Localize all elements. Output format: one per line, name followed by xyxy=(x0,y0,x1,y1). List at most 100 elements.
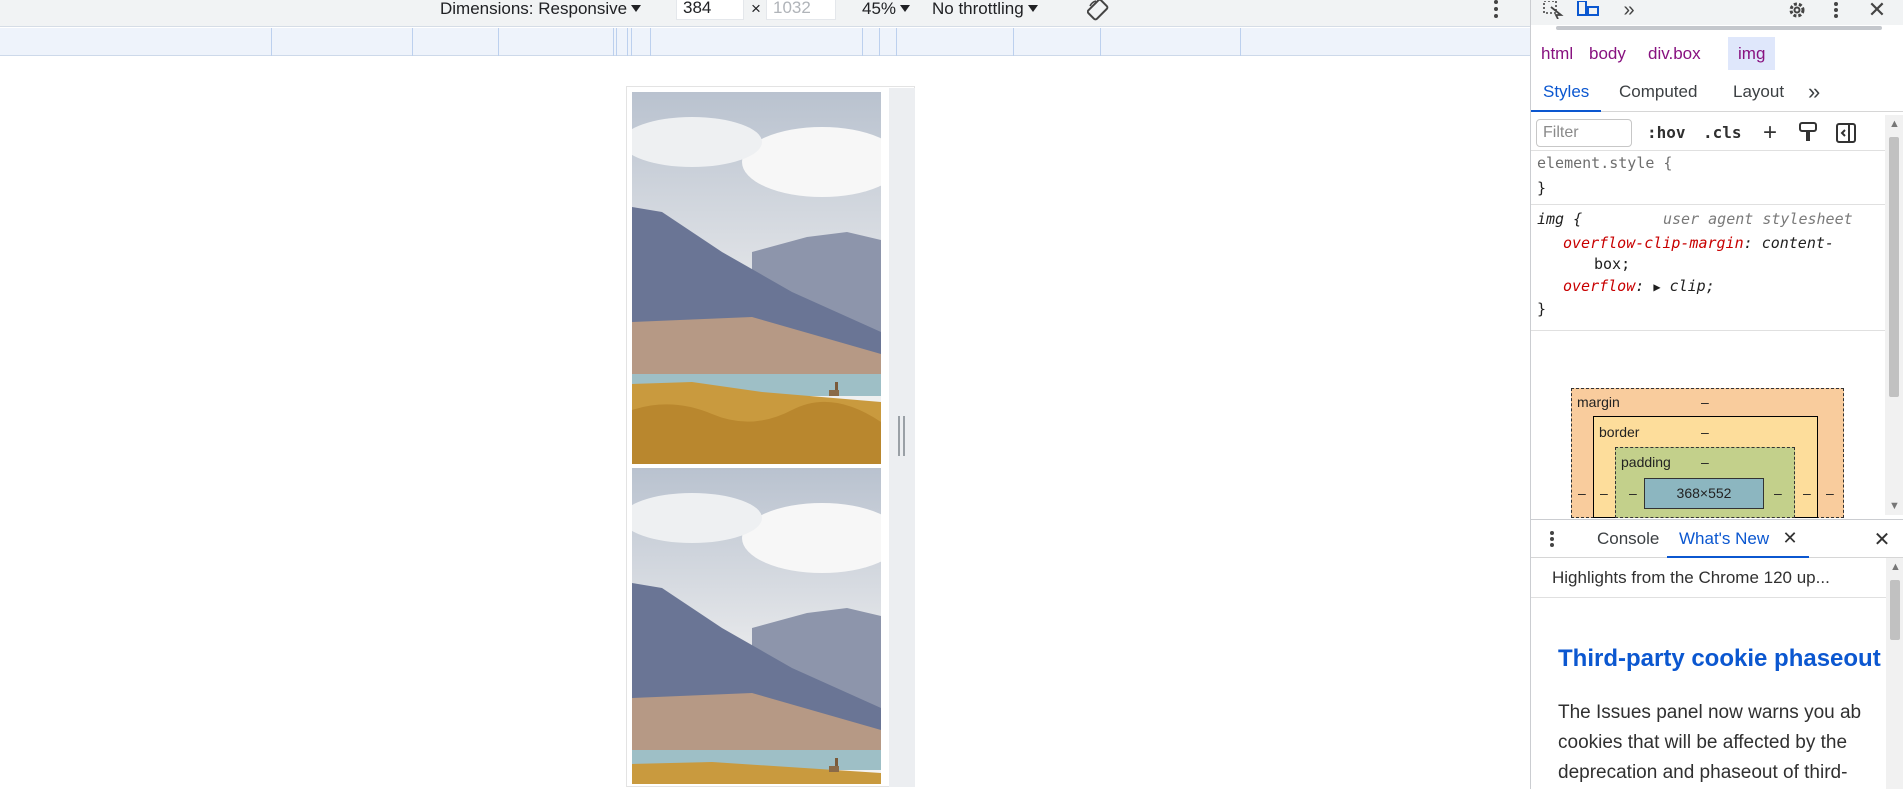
breadcrumb-img[interactable]: img xyxy=(1728,37,1776,70)
close-drawer-icon[interactable]: ✕ xyxy=(1871,528,1893,551)
throttling-dropdown[interactable]: No throttling xyxy=(932,0,1038,22)
cls-toggle[interactable]: .cls xyxy=(1703,121,1742,145)
tab-computed[interactable]: Computed xyxy=(1607,72,1709,112)
scrollbar-thumb[interactable] xyxy=(1889,137,1899,397)
tab-whats-new-label: What's New xyxy=(1679,529,1770,548)
devtools-window: Dimensions: Responsive 384 × 1032 45% No… xyxy=(0,0,1903,789)
drawer-menu-icon[interactable] xyxy=(1549,530,1555,548)
margin-right-value: – xyxy=(1826,485,1834,501)
css-property-name: overflow xyxy=(1563,277,1636,295)
customize-devtools-icon[interactable] xyxy=(1831,0,1841,20)
zoom-dropdown[interactable]: 45% xyxy=(862,0,911,22)
padding-left-value: – xyxy=(1629,485,1637,501)
new-style-rule-icon[interactable]: + xyxy=(1758,119,1782,146)
grip-line xyxy=(903,416,905,456)
close-devtools-icon[interactable]: ✕ xyxy=(1865,0,1889,22)
rule-source: user agent stylesheet xyxy=(1663,208,1853,230)
dimensions-label: Dimensions: Responsive xyxy=(440,0,628,18)
article-line: deprecation and phaseout of third- xyxy=(1558,762,1848,783)
dom-breadcrumb: html body div.box img xyxy=(1531,37,1903,70)
whats-new-header[interactable]: Highlights from the Chrome 120 up... xyxy=(1531,558,1886,598)
scrollbar-thumb[interactable] xyxy=(1890,580,1900,640)
breadcrumb-body[interactable]: body xyxy=(1579,37,1636,70)
chevron-down-icon xyxy=(631,5,642,12)
rule-divider xyxy=(1531,204,1886,205)
css-property-name: overflow-clip-margin xyxy=(1563,234,1744,252)
device-viewport xyxy=(626,86,915,787)
media-query-bar[interactable] xyxy=(0,28,1530,56)
dimensions-dropdown[interactable]: Dimensions: Responsive xyxy=(440,0,642,22)
paint-brush-icon[interactable] xyxy=(1797,121,1819,145)
dimension-times: × xyxy=(751,0,761,18)
device-toolbar: Dimensions: Responsive 384 × 1032 45% No… xyxy=(0,0,1530,27)
scroll-up-icon[interactable]: ▲ xyxy=(1889,118,1900,130)
tab-styles[interactable]: Styles xyxy=(1531,72,1602,112)
rule-close-brace: } xyxy=(1537,300,1547,318)
hov-toggle[interactable]: :hov xyxy=(1647,121,1686,145)
margin-left-value: – xyxy=(1578,485,1586,501)
toggle-sidebar-icon[interactable] xyxy=(1835,121,1857,145)
rule-source-label: user agent stylesheet xyxy=(1663,210,1853,228)
inspect-element-icon[interactable] xyxy=(1541,0,1565,20)
device-toolbar-more-icon[interactable] xyxy=(1494,0,1498,21)
border-right-value: – xyxy=(1803,485,1811,501)
landscape-image xyxy=(632,92,881,464)
padding-right-value: – xyxy=(1774,485,1782,501)
settings-gear-icon[interactable] xyxy=(1785,0,1809,20)
element-style-rule[interactable]: element.style { xyxy=(1537,152,1672,174)
chevron-down-icon xyxy=(1027,5,1038,12)
drawer-scrollbar[interactable]: ▲ xyxy=(1886,558,1903,789)
breadcrumb-div-box[interactable]: div.box xyxy=(1638,37,1711,70)
rule-close-brace: } xyxy=(1537,179,1547,197)
margin-top-value: – xyxy=(1701,394,1709,410)
chevron-down-icon xyxy=(900,5,911,12)
drawer-tabbar: Console What's New ✕ ✕ xyxy=(1531,520,1903,558)
landscape-image xyxy=(632,468,881,784)
rotate-icon[interactable] xyxy=(1086,0,1112,22)
devtools-drawer: Console What's New ✕ ✕ Highlights from t… xyxy=(1531,519,1903,789)
padding-label: padding xyxy=(1621,454,1671,470)
tab-layout[interactable]: Layout xyxy=(1721,72,1796,112)
elements-subtabs: Styles Computed Layout » xyxy=(1531,72,1903,112)
devtools-main-toolbar: » ✕ xyxy=(1531,0,1903,30)
tab-console[interactable]: Console xyxy=(1585,520,1671,558)
article-body: The Issues panel now warns you ab cookie… xyxy=(1558,698,1886,788)
rule-divider xyxy=(1531,330,1886,331)
styles-scrollbar[interactable]: ▲ ▼ xyxy=(1885,115,1903,515)
box-model-content[interactable]: 368×552 xyxy=(1644,478,1764,509)
breadcrumb-html[interactable]: html xyxy=(1531,37,1583,70)
toolbar-scrollbar[interactable] xyxy=(1556,26,1882,30)
padding-top-value: – xyxy=(1701,454,1709,470)
margin-label: margin xyxy=(1577,394,1620,410)
styles-filter-bar: Filter :hov .cls + xyxy=(1531,115,1903,151)
more-tabs-icon[interactable]: » xyxy=(1796,72,1832,112)
css-property-value: content- xyxy=(1761,234,1834,252)
article-line: cookies that will be affected by the xyxy=(1558,732,1848,753)
article-line: The Issues panel now warns you ab xyxy=(1558,702,1862,723)
css-declaration[interactable]: overflow-clip-margin: content- xyxy=(1563,232,1834,254)
border-left-value: – xyxy=(1600,485,1608,501)
expand-triangle-icon[interactable]: ▶ xyxy=(1653,280,1660,294)
article-title[interactable]: Third-party cookie phaseout xyxy=(1558,645,1886,673)
device-toolbar-toggle-icon[interactable] xyxy=(1575,0,1601,20)
more-panels-icon[interactable]: » xyxy=(1617,0,1641,21)
throttling-label: No throttling xyxy=(932,0,1024,18)
css-property-value: clip; xyxy=(1669,277,1715,295)
close-tab-icon[interactable]: ✕ xyxy=(1780,528,1800,548)
css-value-continuation: box; xyxy=(1594,255,1631,273)
scroll-up-icon[interactable]: ▲ xyxy=(1890,561,1901,573)
css-declaration[interactable]: overflow: ▶ clip; xyxy=(1563,275,1715,298)
border-top-value: – xyxy=(1701,424,1709,440)
styles-filter-input[interactable]: Filter xyxy=(1536,119,1632,147)
zoom-label: 45% xyxy=(862,0,897,18)
width-input[interactable]: 384 xyxy=(676,0,744,20)
scroll-down-icon[interactable]: ▼ xyxy=(1889,500,1900,512)
rule-selector: img { xyxy=(1537,210,1583,228)
border-label: border xyxy=(1599,424,1640,440)
viewport-resize-handle[interactable] xyxy=(889,88,915,787)
img-rule-selector[interactable]: img { xyxy=(1537,208,1582,230)
devtools-panel: » ✕ html body div.box img Styles Compute… xyxy=(1530,0,1903,789)
height-input[interactable]: 1032 xyxy=(766,0,836,20)
device-emulation-pane: Dimensions: Responsive 384 × 1032 45% No… xyxy=(0,0,1530,789)
rule-selector: element.style { xyxy=(1537,154,1673,172)
